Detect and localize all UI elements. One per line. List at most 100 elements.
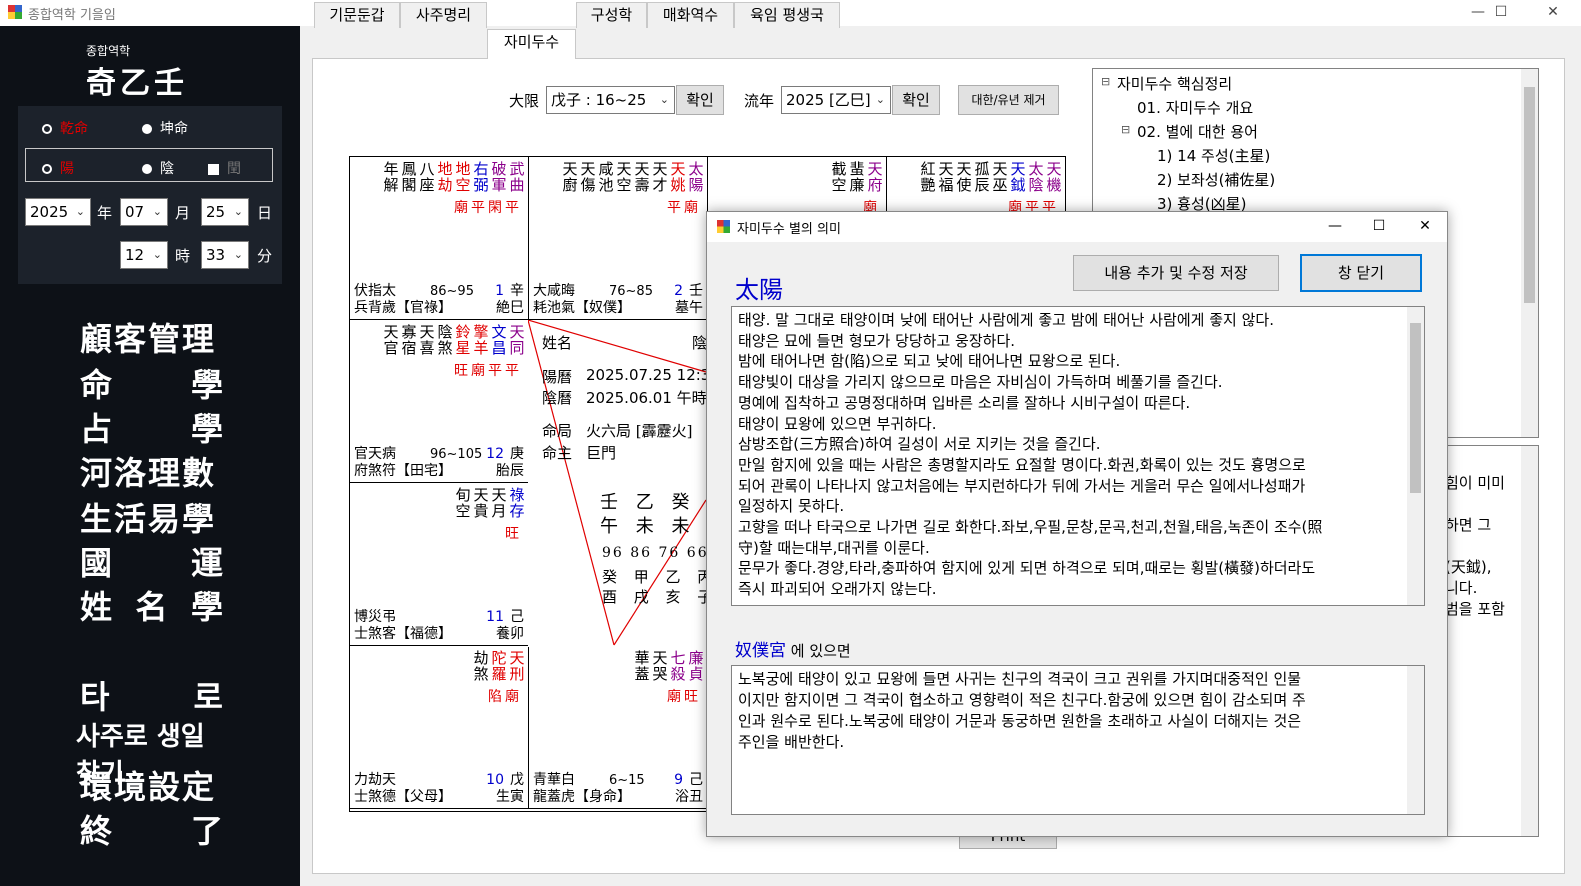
- year-select[interactable]: 2025 ⌄: [25, 198, 91, 226]
- menu-item[interactable]: 國運: [80, 538, 225, 584]
- tab-maehwa[interactable]: 매화역수: [647, 2, 734, 28]
- tree-scrollbar[interactable]: [1521, 69, 1538, 437]
- tree-item-main-stars[interactable]: 1) 14 주성(主星): [1157, 145, 1270, 166]
- menu-item[interactable]: 河洛理數: [80, 448, 225, 494]
- star-label[interactable]: 地劫: [437, 161, 453, 193]
- star-label[interactable]: 天廚: [562, 161, 578, 193]
- menu-item[interactable]: 生活易學: [80, 494, 225, 540]
- star-label[interactable]: 地空: [455, 161, 471, 193]
- scroll-thumb[interactable]: [1524, 87, 1535, 303]
- star-label[interactable]: 天使: [956, 161, 972, 193]
- radio-male[interactable]: 乾命: [42, 118, 88, 138]
- star-label[interactable]: 七殺: [670, 650, 686, 682]
- star-label[interactable]: 天府: [867, 161, 883, 193]
- star-description-textarea[interactable]: 태양. 말 그대로 태양이며 낮에 태어난 사람에게 좋고 밤에 태어난 사람에…: [731, 306, 1425, 606]
- star-label[interactable]: 天壽: [634, 161, 650, 193]
- palace-cell-myo[interactable]: 旬空 天貴 天月 祿存旺博災弔 士煞客【福德】 11 己 養卯: [349, 482, 529, 646]
- radio-solar[interactable]: 陽: [42, 158, 74, 178]
- radio-female[interactable]: 坤命: [142, 118, 188, 138]
- star-label[interactable]: 紅艷: [920, 161, 936, 193]
- palace-cell-si[interactable]: 年解 鳳閣 八座 地劫 地空 右弼 破軍 武曲 廟平閑平 伏指太 兵背歲【官祿】 86~95 1 辛 絶…: [349, 156, 529, 320]
- radio-lunar[interactable]: 陰: [142, 158, 174, 178]
- close-button[interactable]: ✕: [1530, 0, 1576, 26]
- star-label[interactable]: 廉貞: [688, 650, 704, 682]
- star-label[interactable]: 天喜: [419, 324, 435, 356]
- star-label[interactable]: 旬空: [455, 487, 471, 519]
- tree-item-terms[interactable]: 02. 별에 대한 용어: [1137, 121, 1258, 142]
- star-label[interactable]: 祿存: [509, 487, 525, 519]
- textarea-scrollbar[interactable]: [1407, 307, 1424, 605]
- tab-yugim[interactable]: 육임 평생국: [734, 2, 840, 28]
- star-label[interactable]: 文昌: [491, 324, 507, 356]
- yunyeon-select[interactable]: 2025 [乙巳] ⌄: [781, 86, 891, 114]
- star-label[interactable]: 陰煞: [437, 324, 453, 356]
- star-label[interactable]: 天貴: [473, 487, 489, 519]
- menu-item[interactable]: 終了: [80, 806, 225, 852]
- star-label[interactable]: 咸池: [598, 161, 614, 193]
- star-label[interactable]: 天月: [491, 487, 507, 519]
- star-label[interactable]: 八座: [419, 161, 435, 193]
- palace-cell-chuk[interactable]: 華蓋 天哭 七殺 廉貞 廟旺 青華白 龍蓋虎【身命】 6~15 9 己 浴丑: [528, 645, 708, 809]
- tree-root[interactable]: 자미두수 핵심정리: [1117, 73, 1232, 94]
- minute-select[interactable]: 33 ⌄: [201, 241, 249, 269]
- star-label[interactable]: 太陰: [1028, 161, 1044, 193]
- star-label[interactable]: 武曲: [509, 161, 525, 193]
- star-label[interactable]: 孤辰: [974, 161, 990, 193]
- menu-item[interactable]: 顧客管理: [80, 314, 225, 360]
- star-label[interactable]: 天官: [383, 324, 399, 356]
- star-label[interactable]: 鈴星: [455, 324, 471, 356]
- description-scrollbar[interactable]: [1521, 446, 1538, 836]
- star-label[interactable]: 寡宿: [401, 324, 417, 356]
- star-label[interactable]: 陀羅: [491, 650, 507, 682]
- tab-saju[interactable]: 사주명리: [400, 2, 487, 28]
- star-label[interactable]: 天巫: [992, 161, 1008, 193]
- yunyeon-confirm-button[interactable]: 확인: [892, 85, 940, 115]
- star-label[interactable]: 天哭: [652, 650, 668, 682]
- textarea2-scrollbar[interactable]: [1407, 666, 1424, 814]
- checkbox-leap[interactable]: 閏: [208, 158, 241, 178]
- star-label[interactable]: 蜚廉: [849, 161, 865, 193]
- star-label[interactable]: 截空: [831, 161, 847, 193]
- remove-daehan-button[interactable]: 대한/유년 제거: [958, 85, 1059, 115]
- daehan-confirm-button[interactable]: 확인: [676, 85, 724, 115]
- daehan-select[interactable]: 戊子 : 16~25 ⌄: [546, 86, 675, 114]
- day-select[interactable]: 25 ⌄: [201, 198, 249, 226]
- star-label[interactable]: 太陽: [688, 161, 704, 193]
- palace-description-textarea[interactable]: 노복궁에 태양이 있고 묘왕에 들면 사귀는 친구의 격국이 크고 권위를 가지…: [731, 665, 1425, 815]
- star-label[interactable]: 天同: [509, 324, 525, 356]
- menu-item[interactable]: 타로: [80, 672, 225, 718]
- tab-guseong[interactable]: 구성학: [576, 2, 647, 28]
- star-label[interactable]: 鳳閣: [401, 161, 417, 193]
- star-label[interactable]: 天姚: [670, 161, 686, 193]
- dialog-close-button[interactable]: ✕: [1403, 212, 1447, 242]
- star-label[interactable]: 天才: [652, 161, 668, 193]
- month-select[interactable]: 07 ⌄: [120, 198, 168, 226]
- hour-select[interactable]: 12 ⌄: [120, 241, 168, 269]
- star-label[interactable]: 擎羊: [473, 324, 489, 356]
- menu-item[interactable]: 環境設定: [80, 762, 225, 808]
- close-window-button[interactable]: 창 닫기: [1300, 254, 1422, 292]
- star-label[interactable]: 天傷: [580, 161, 596, 193]
- dialog-minimize-button[interactable]: —: [1313, 212, 1357, 242]
- scroll-thumb[interactable]: [1410, 323, 1421, 493]
- star-label[interactable]: 右弼: [473, 161, 489, 193]
- star-label[interactable]: 劫煞: [473, 650, 489, 682]
- palace-cell-jin[interactable]: 天官 寡宿 天喜 陰煞 鈴星 擎羊 文昌 天同 旺廟平平 官天病 府煞符【田宅】 96~105 12 庚…: [349, 319, 529, 483]
- collapse-icon[interactable]: ⊟: [1121, 123, 1130, 136]
- menu-item[interactable]: 命學: [80, 360, 225, 406]
- star-label[interactable]: 天福: [938, 161, 954, 193]
- tab-jamidusu[interactable]: 자미두수: [487, 29, 576, 59]
- star-label[interactable]: 華蓋: [634, 650, 650, 682]
- star-label[interactable]: 天刑: [509, 650, 525, 682]
- star-label[interactable]: 天鉞: [1010, 161, 1026, 193]
- collapse-icon[interactable]: ⊟: [1101, 75, 1110, 88]
- tab-qimen[interactable]: 기문둔갑: [314, 2, 400, 28]
- palace-cell-o[interactable]: 天廚 天傷 咸池 天空 天壽 天才 天姚 太陽 平廟 大咸晦 耗池氣【奴僕】 76~85 2 壬 墓午: [528, 156, 708, 320]
- save-content-button[interactable]: 내용 추가 및 수정 저장: [1073, 255, 1279, 291]
- maximize-button[interactable]: ☐: [1478, 0, 1524, 26]
- star-label[interactable]: 天空: [616, 161, 632, 193]
- star-label[interactable]: 天機: [1046, 161, 1062, 193]
- menu-item[interactable]: 姓名學: [80, 582, 225, 628]
- tree-item-overview[interactable]: 01. 자미두수 개요: [1137, 97, 1253, 118]
- palace-cell-in[interactable]: 劫煞 陀羅 天刑 陷廟 力劫天 士煞德【父母】 10 戊 生寅: [349, 645, 529, 809]
